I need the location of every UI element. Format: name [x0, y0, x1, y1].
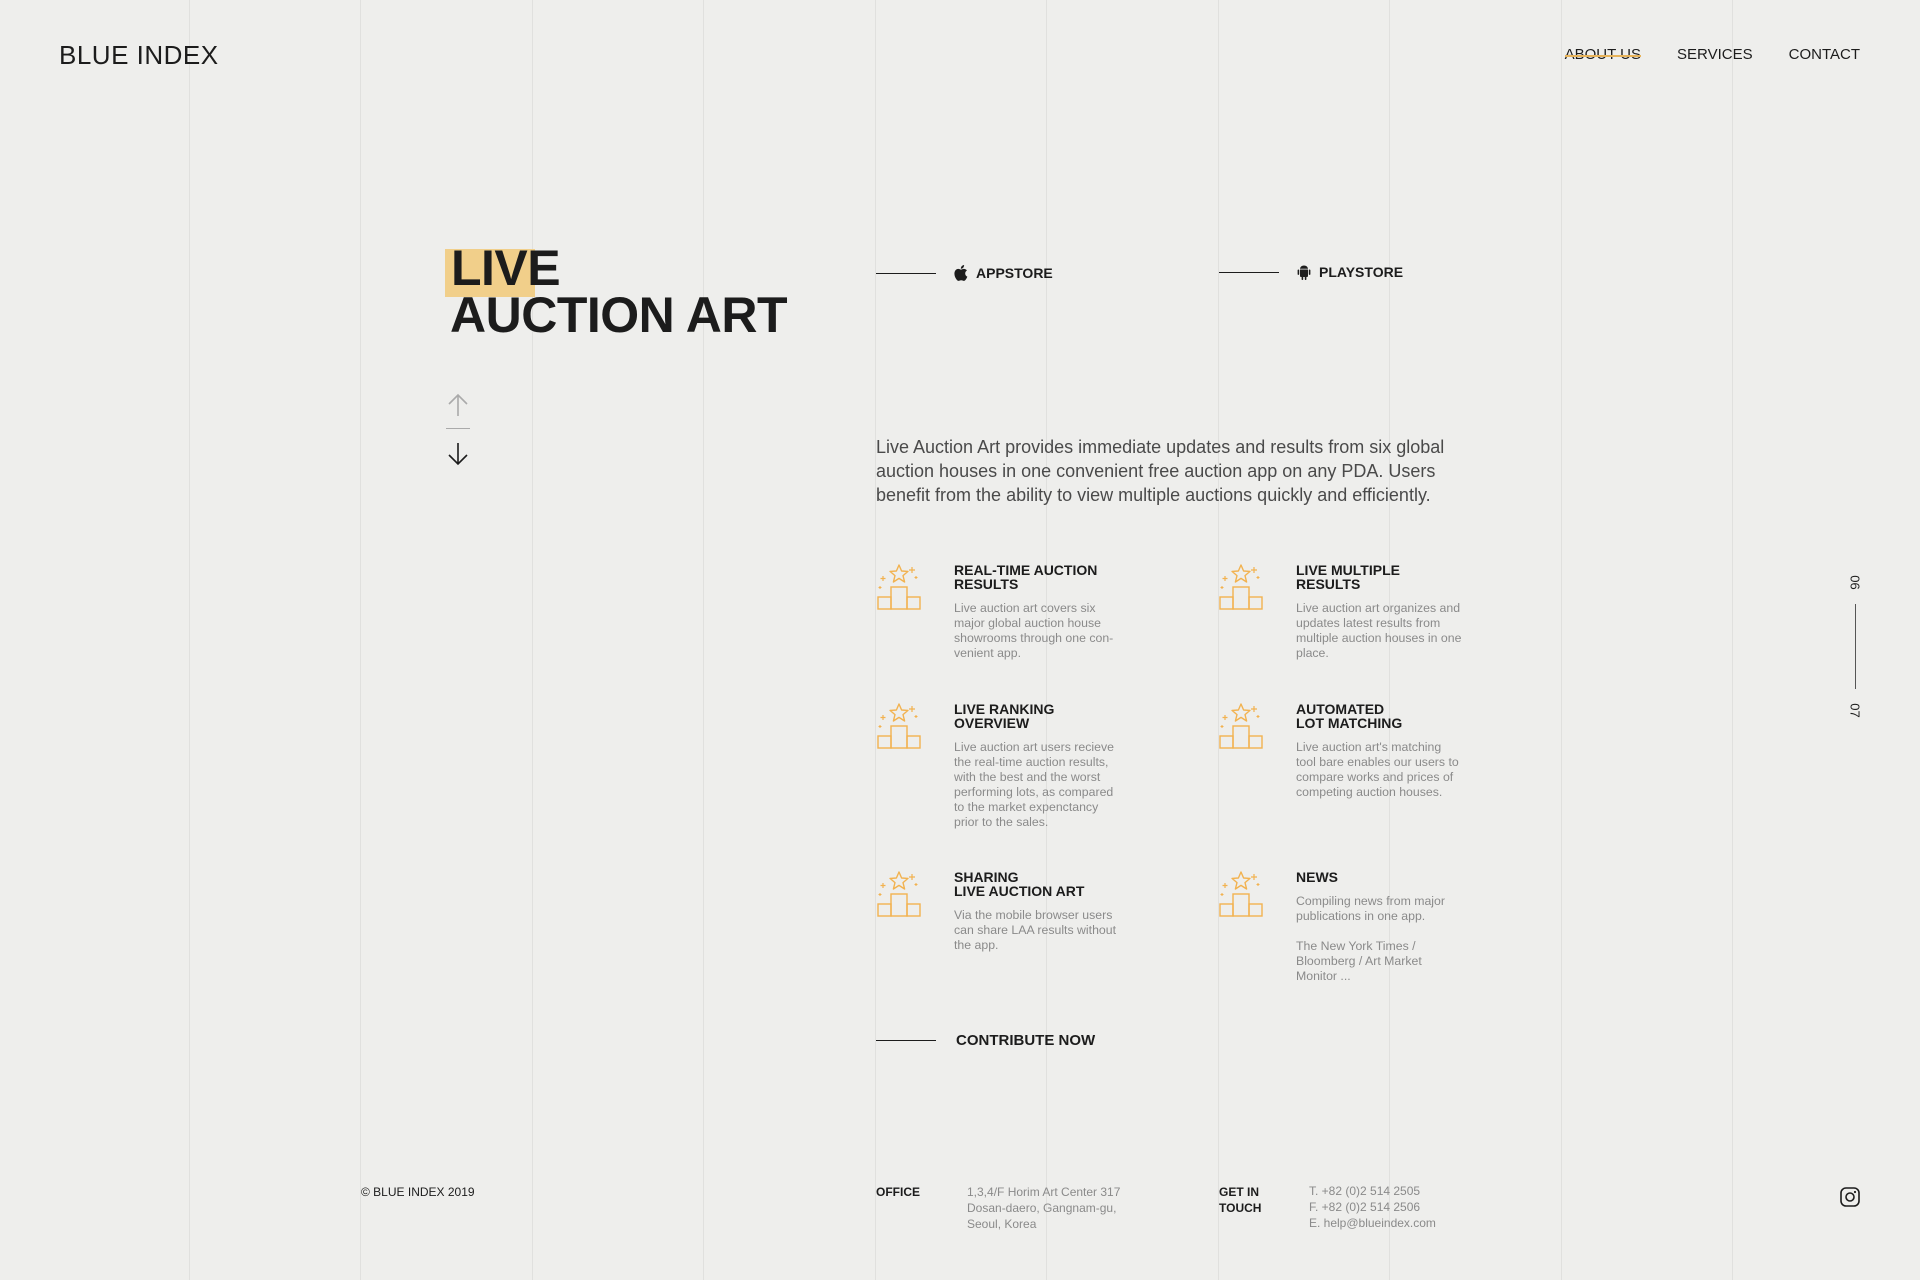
android-icon — [1297, 265, 1311, 280]
grid-line — [1561, 0, 1562, 1280]
grid-line — [1732, 0, 1733, 1280]
podium-star-icon — [1218, 702, 1264, 750]
playstore-link[interactable]: PLAYSTORE — [1219, 264, 1403, 280]
page-next[interactable]: 07 — [1848, 701, 1863, 721]
feature-text: NEWS Compiling news from major publicatio… — [1296, 870, 1445, 984]
feature-desc: Live auction art covers six major global… — [954, 601, 1114, 660]
contact-label: GET IN TOUCH — [1219, 1185, 1262, 1215]
appstore-label: APPSTORE — [976, 265, 1053, 281]
feature-sources: The New York Times / Bloomberg / Art Mar… — [1296, 939, 1422, 983]
playstore-label: PLAYSTORE — [1319, 264, 1404, 280]
feature-desc: Live auction art users recieve the real-… — [954, 740, 1114, 829]
intro-text: Live Auction Art provides immediate upda… — [876, 437, 1445, 505]
podium-star-icon — [876, 563, 922, 611]
podium-star-icon — [1218, 563, 1264, 611]
podium-star-icon — [876, 870, 922, 918]
feature-title: NEWS — [1296, 869, 1338, 885]
feature-text: LIVE RANKING OVERVIEW Live auction art us… — [954, 702, 1114, 830]
feature-text: AUTOMATED LOT MATCHING Live auction art's… — [1296, 702, 1459, 800]
hero-title-line1: LIVE — [451, 240, 561, 296]
feature-desc: Live auction art organizes and updates l… — [1296, 601, 1462, 660]
feature-title: REAL-TIME AUCTION RESULTS — [954, 562, 1098, 592]
feature-item: LIVE RANKING OVERVIEW Live auction art us… — [876, 702, 1114, 830]
hero-title: LIVE AUCTION ART — [445, 243, 788, 343]
feature-text: SHARING LIVE AUCTION ART Via the mobile b… — [954, 870, 1116, 953]
feature-item: REAL-TIME AUCTION RESULTS Live auction ar… — [876, 563, 1113, 661]
grid-line — [532, 0, 533, 1280]
feature-item: AUTOMATED LOT MATCHING Live auction art's… — [1218, 702, 1459, 800]
playstore-line — [1219, 271, 1279, 273]
feature-title: LIVE MULTIPLE RESULTS — [1296, 562, 1400, 592]
office-address: 1,3,4/F Horim Art Center 317 Dosan-daero… — [967, 1185, 1121, 1231]
arrow-up-icon[interactable] — [444, 392, 472, 418]
contact-info: T. +82 (0)2 514 2505 F. +82 (0)2 514 250… — [1309, 1184, 1436, 1230]
feature-text: REAL-TIME AUCTION RESULTS Live auction ar… — [954, 563, 1113, 661]
feature-desc: Live auction art's matching tool bare en… — [1296, 740, 1459, 799]
grid-line — [703, 0, 704, 1280]
office-label: OFFICE — [876, 1185, 920, 1199]
appstore-link[interactable]: APPSTORE — [876, 265, 1053, 281]
podium-star-icon — [1218, 870, 1264, 918]
feature-desc: Compiling news from major publications i… — [1296, 894, 1445, 923]
arrow-down-icon[interactable] — [444, 441, 472, 467]
main-nav: ABOUT US SERVICES CONTACT — [1564, 46, 1860, 63]
contribute-line — [876, 1040, 936, 1041]
logo[interactable]: BLUE INDEX — [59, 40, 219, 71]
nav-services[interactable]: SERVICES — [1677, 46, 1753, 63]
page-current: 06 — [1847, 575, 1863, 590]
feature-item: SHARING LIVE AUCTION ART Via the mobile b… — [876, 870, 1116, 953]
instagram-icon[interactable] — [1840, 1187, 1860, 1207]
slide-arrows — [444, 392, 472, 467]
contribute-button[interactable]: CONTRIBUTE NOW — [876, 1032, 1095, 1049]
page-indicator-line — [1854, 604, 1856, 689]
nav-contact[interactable]: CONTACT — [1789, 46, 1860, 63]
feature-title: AUTOMATED LOT MATCHING — [1296, 701, 1403, 731]
nav-about-us[interactable]: ABOUT US — [1564, 46, 1642, 63]
grid-line — [189, 0, 190, 1280]
contribute-label: CONTRIBUTE NOW — [956, 1032, 1096, 1049]
feature-item: NEWS Compiling news from major publicatio… — [1218, 870, 1445, 984]
feature-title: LIVE RANKING OVERVIEW — [954, 701, 1055, 731]
arrow-divider — [446, 428, 470, 429]
podium-star-icon — [876, 702, 922, 750]
appstore-line — [876, 272, 936, 274]
copyright: © BLUE INDEX 2019 — [361, 1185, 475, 1199]
feature-item: LIVE MULTIPLE RESULTS Live auction art or… — [1218, 563, 1461, 661]
feature-title: SHARING LIVE AUCTION ART — [954, 869, 1085, 899]
feature-text: LIVE MULTIPLE RESULTS Live auction art or… — [1296, 563, 1461, 661]
feature-desc: Via the mobile browser users can share L… — [954, 908, 1116, 952]
apple-icon — [954, 265, 968, 281]
grid-line — [360, 0, 361, 1280]
page-indicator: 06 07 — [1845, 575, 1865, 718]
hero-title-line2: AUCTION ART — [450, 287, 788, 343]
